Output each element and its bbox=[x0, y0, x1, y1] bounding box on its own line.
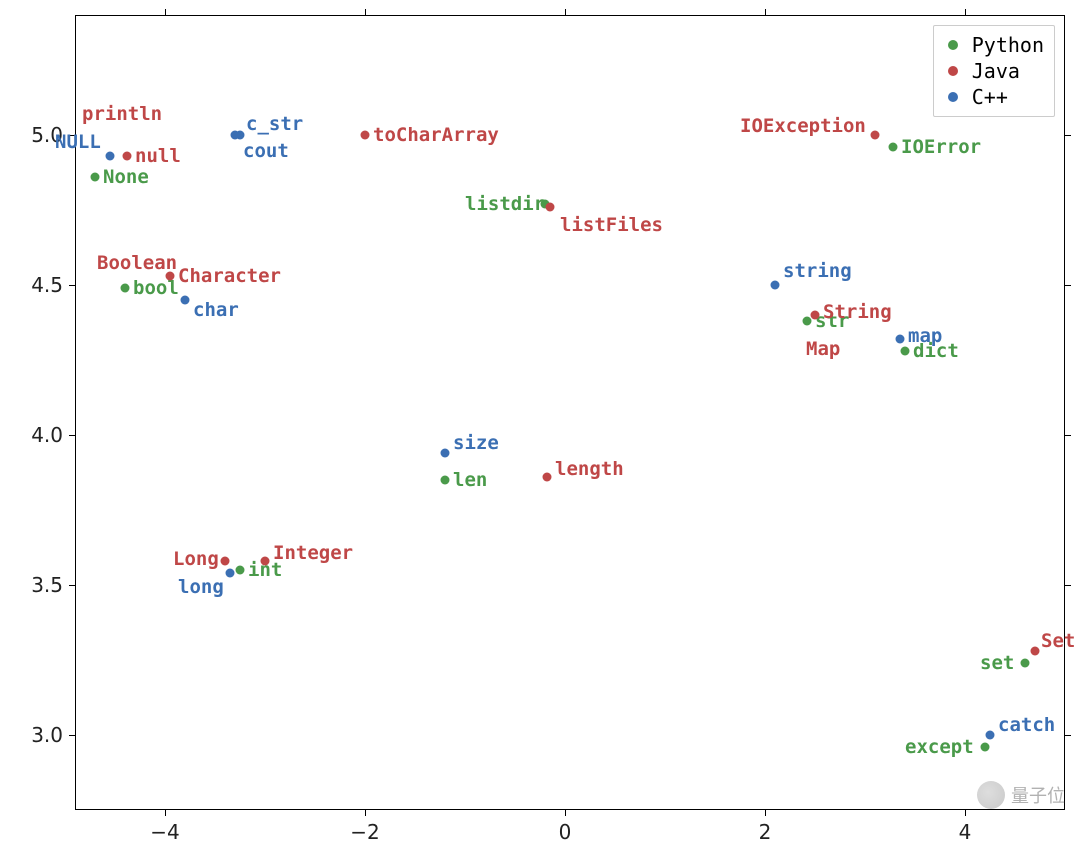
data-point bbox=[1021, 659, 1030, 668]
data-label: NULL bbox=[55, 131, 101, 153]
data-point bbox=[91, 173, 100, 182]
y-tick bbox=[69, 585, 75, 586]
y-tick bbox=[1065, 735, 1071, 736]
data-point bbox=[181, 296, 190, 305]
legend-label: Java bbox=[972, 59, 1020, 83]
data-label: null bbox=[135, 145, 181, 167]
x-tick bbox=[565, 810, 566, 816]
data-label: Long bbox=[173, 548, 219, 570]
data-label: except bbox=[905, 736, 974, 758]
data-point bbox=[901, 347, 910, 356]
data-point bbox=[261, 557, 270, 566]
data-point bbox=[226, 569, 235, 578]
data-label: Set bbox=[1041, 630, 1075, 652]
data-label: length bbox=[555, 458, 624, 480]
data-label: listdir bbox=[465, 193, 545, 215]
data-point bbox=[811, 311, 820, 320]
watermark: 量子位 bbox=[977, 781, 1065, 809]
data-label: bool bbox=[133, 277, 179, 299]
data-label: Character bbox=[178, 265, 281, 287]
data-label: Integer bbox=[273, 542, 353, 564]
data-point bbox=[121, 284, 130, 293]
data-label: size bbox=[453, 432, 499, 454]
x-tick-label: −2 bbox=[350, 820, 379, 844]
y-tick bbox=[69, 285, 75, 286]
legend-dot-icon bbox=[948, 66, 958, 76]
data-label: Boolean bbox=[97, 252, 177, 274]
x-tick-label: 2 bbox=[759, 820, 772, 844]
legend-label: Python bbox=[972, 33, 1044, 57]
data-label: map bbox=[908, 325, 942, 347]
x-tick bbox=[165, 9, 166, 15]
data-label: Map bbox=[806, 338, 840, 360]
data-point bbox=[771, 281, 780, 290]
legend-label: C++ bbox=[972, 85, 1008, 109]
x-tick bbox=[365, 810, 366, 816]
y-tick-label: 3.0 bbox=[31, 723, 63, 747]
data-label: println bbox=[82, 103, 162, 125]
y-tick bbox=[1065, 435, 1071, 436]
data-point bbox=[166, 272, 175, 281]
data-point bbox=[871, 131, 880, 140]
watermark-text: 量子位 bbox=[1011, 782, 1065, 808]
y-tick-label: 4.0 bbox=[31, 423, 63, 447]
data-label: IOException bbox=[740, 115, 866, 137]
plot-area bbox=[75, 15, 1065, 810]
data-label: catch bbox=[998, 714, 1055, 736]
x-tick bbox=[365, 9, 366, 15]
y-tick bbox=[1065, 585, 1071, 586]
y-tick-label: 4.5 bbox=[31, 273, 63, 297]
data-label: len bbox=[453, 469, 487, 491]
x-tick bbox=[765, 9, 766, 15]
data-point bbox=[1031, 647, 1040, 656]
legend-entry: C++ bbox=[942, 84, 1044, 110]
x-tick bbox=[165, 810, 166, 816]
x-tick-label: −4 bbox=[150, 820, 179, 844]
data-label: long bbox=[178, 576, 224, 598]
x-tick bbox=[765, 810, 766, 816]
data-label: c_str bbox=[246, 113, 303, 135]
data-point bbox=[546, 203, 555, 212]
legend-entry: Java bbox=[942, 58, 1044, 84]
x-tick bbox=[965, 810, 966, 816]
data-point bbox=[123, 152, 132, 161]
data-label: None bbox=[103, 166, 149, 188]
y-tick bbox=[1065, 285, 1071, 286]
data-point bbox=[236, 566, 245, 575]
data-label: set bbox=[980, 652, 1014, 674]
data-label: IOError bbox=[901, 136, 981, 158]
data-point bbox=[221, 557, 230, 566]
data-point bbox=[543, 473, 552, 482]
data-label: cout bbox=[243, 140, 289, 162]
data-point bbox=[981, 743, 990, 752]
data-point bbox=[986, 731, 995, 740]
data-label: listFiles bbox=[560, 214, 663, 236]
wechat-icon bbox=[977, 781, 1005, 809]
data-point bbox=[441, 449, 450, 458]
legend-dot-icon bbox=[948, 92, 958, 102]
data-point bbox=[106, 152, 115, 161]
data-point bbox=[441, 476, 450, 485]
data-label: char bbox=[193, 299, 239, 321]
data-point bbox=[361, 131, 370, 140]
data-point bbox=[889, 143, 898, 152]
legend-dot-icon bbox=[948, 40, 958, 50]
data-point bbox=[803, 317, 812, 326]
data-label: toCharArray bbox=[373, 124, 499, 146]
y-tick bbox=[69, 735, 75, 736]
y-tick bbox=[69, 435, 75, 436]
data-point bbox=[231, 131, 240, 140]
data-label: string bbox=[783, 260, 852, 282]
y-tick-label: 3.5 bbox=[31, 573, 63, 597]
chart-container: −4−20243.03.54.04.55.0 PythonJavaC++ 量子位… bbox=[0, 0, 1080, 849]
x-tick bbox=[965, 9, 966, 15]
data-label: String bbox=[823, 301, 892, 323]
y-tick bbox=[1065, 135, 1071, 136]
legend-entry: Python bbox=[942, 32, 1044, 58]
x-tick-label: 4 bbox=[959, 820, 972, 844]
data-point bbox=[896, 335, 905, 344]
legend: PythonJavaC++ bbox=[933, 25, 1055, 117]
x-tick-label: 0 bbox=[559, 820, 572, 844]
x-tick bbox=[565, 9, 566, 15]
